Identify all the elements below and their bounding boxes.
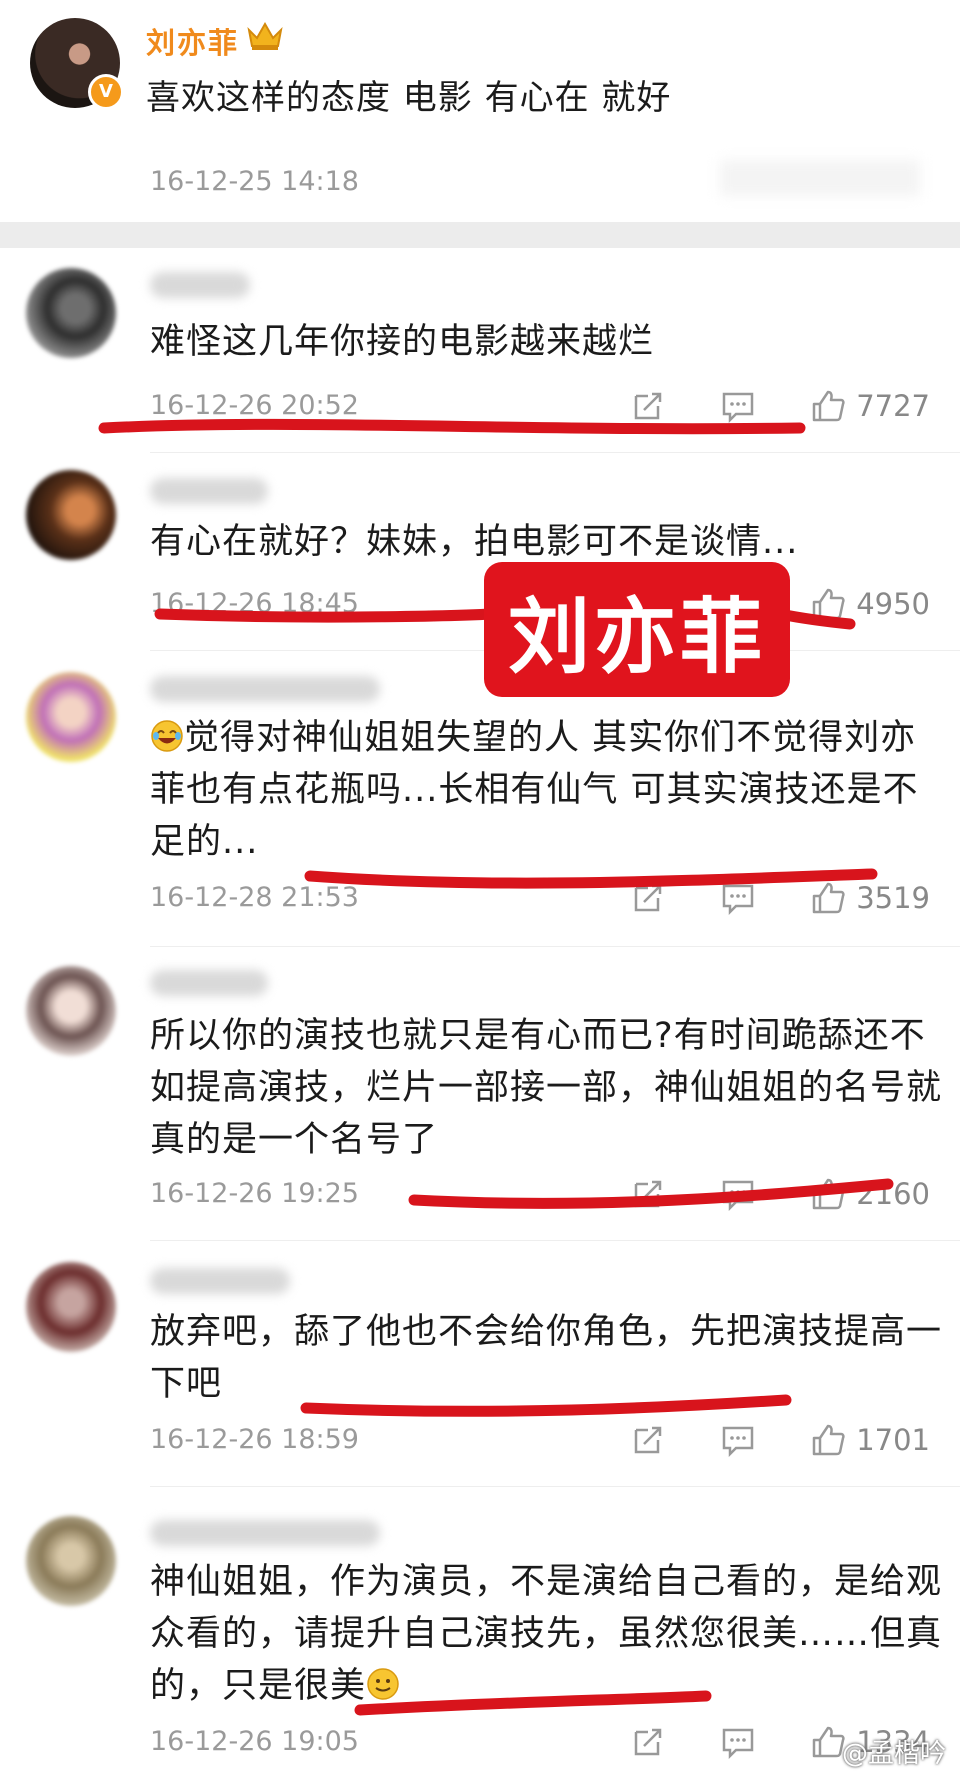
comment-text: 所以你的演技也就只是有心而已?有时间跪舔还不 如提高演技，烂片一部接一部，神仙姐…	[150, 1010, 942, 1166]
comment-icon[interactable]	[718, 878, 758, 918]
comment-icon[interactable]	[718, 1722, 758, 1762]
comment-text-line: 真的是一个名号了	[150, 1120, 439, 1160]
comment-text-line: 放弃吧，舔了他也不会给你角色，先把演技提高一	[150, 1312, 943, 1352]
like-count: 3519	[856, 881, 930, 915]
laughing-emoji-icon	[150, 716, 184, 752]
like-count: 1701	[856, 1423, 930, 1457]
comment-text: 有心在就好？妹妹，拍电影可不是谈情...	[150, 522, 799, 562]
comment-text-line: 觉得对神仙姐姐失望的人 其实你们不觉得刘亦	[184, 718, 917, 758]
comment-username-blurred[interactable]	[150, 1268, 290, 1294]
comment-time: 16-12-26 20:52	[150, 390, 359, 421]
like-count: 2160	[856, 1177, 930, 1211]
post-text: 喜欢这样的态度 电影 有心在 就好	[146, 78, 672, 118]
comment-time: 16-12-28 21:53	[150, 882, 359, 913]
comment-text-line: 下吧	[150, 1364, 223, 1404]
verified-badge-icon: V	[88, 74, 124, 110]
comment-time: 16-12-26 18:59	[150, 1424, 359, 1455]
like-count: 4950	[856, 587, 930, 621]
comment-icon[interactable]	[718, 1174, 758, 1214]
comment-text: 神仙姐姐，作为演员，不是演给自己看的，是给观 众看的，请提升自己演技先，虽然您很…	[150, 1556, 942, 1712]
comment-avatar[interactable]	[26, 268, 116, 358]
comment-username-blurred[interactable]	[150, 1520, 380, 1546]
comment-text-line: 的，只是很美	[150, 1666, 367, 1706]
section-divider	[0, 222, 960, 248]
thumbs-up-icon[interactable]	[808, 386, 848, 426]
divider	[150, 1240, 960, 1241]
thumbs-up-icon[interactable]	[808, 1174, 848, 1214]
comment-text-line: 菲也有点花瓶吗...长相有仙气 可其实演技还是不	[150, 770, 919, 810]
name-overlay-badge: 刘亦菲	[484, 562, 790, 697]
comment-avatar[interactable]	[26, 672, 116, 762]
crown-icon	[246, 20, 284, 52]
thumbs-up-icon[interactable]	[808, 1420, 848, 1460]
comment-text: 放弃吧，舔了他也不会给你角色，先把演技提高一 下吧	[150, 1306, 942, 1410]
share-icon[interactable]	[628, 1722, 668, 1762]
comment-icon[interactable]	[718, 386, 758, 426]
post-time: 16-12-25 14:18	[150, 166, 359, 197]
divider	[150, 946, 960, 947]
comment-avatar[interactable]	[26, 1262, 116, 1352]
comment-text-line: 众看的，请提升自己演技先，虽然您很美……但真	[150, 1614, 943, 1654]
share-icon[interactable]	[628, 878, 668, 918]
comment-avatar[interactable]	[26, 470, 116, 560]
comment-username-blurred[interactable]	[150, 676, 380, 702]
comment-username-blurred[interactable]	[150, 478, 268, 504]
watermark: @孟楷吟	[841, 1739, 946, 1769]
comment-username-blurred[interactable]	[150, 970, 268, 996]
post-actions-blurred	[720, 160, 920, 196]
comment-username-blurred[interactable]	[150, 272, 250, 298]
comment-text-line: 如提高演技，烂片一部接一部，神仙姐姐的名号就	[150, 1068, 943, 1108]
comment-actions: 7727	[628, 386, 930, 426]
comment-actions: 2160	[628, 1174, 930, 1214]
comment-text-line: 足的...	[150, 822, 259, 862]
share-icon[interactable]	[628, 386, 668, 426]
comment-text-line: 所以你的演技也就只是有心而已?有时间跪舔还不	[150, 1016, 926, 1056]
smile-emoji-icon	[366, 1664, 400, 1700]
divider	[150, 452, 960, 453]
comment-actions: 3519	[628, 878, 930, 918]
comment-actions: 4950	[808, 584, 930, 624]
comment-time: 16-12-26 18:45	[150, 588, 359, 619]
share-icon[interactable]	[628, 1174, 668, 1214]
comment-text-line: 神仙姐姐，作为演员，不是演给自己看的，是给观	[150, 1562, 943, 1602]
comment-avatar[interactable]	[26, 966, 116, 1056]
author-name[interactable]: 刘亦菲	[146, 20, 239, 62]
comment-time: 16-12-26 19:25	[150, 1178, 359, 1209]
comment-icon[interactable]	[718, 1420, 758, 1460]
thumbs-up-icon[interactable]	[808, 878, 848, 918]
comment-avatar[interactable]	[26, 1516, 116, 1606]
comment-text: 觉得对神仙姐姐失望的人 其实你们不觉得刘亦 菲也有点花瓶吗...长相有仙气 可其…	[150, 712, 919, 868]
comment-actions: 1701	[628, 1420, 930, 1460]
share-icon[interactable]	[628, 1420, 668, 1460]
thumbs-up-icon[interactable]	[808, 584, 848, 624]
like-count: 7727	[856, 389, 930, 423]
comment-time: 16-12-26 19:05	[150, 1726, 359, 1757]
comment-text: 难怪这几年你接的电影越来越烂	[150, 322, 655, 362]
divider	[150, 1486, 960, 1487]
